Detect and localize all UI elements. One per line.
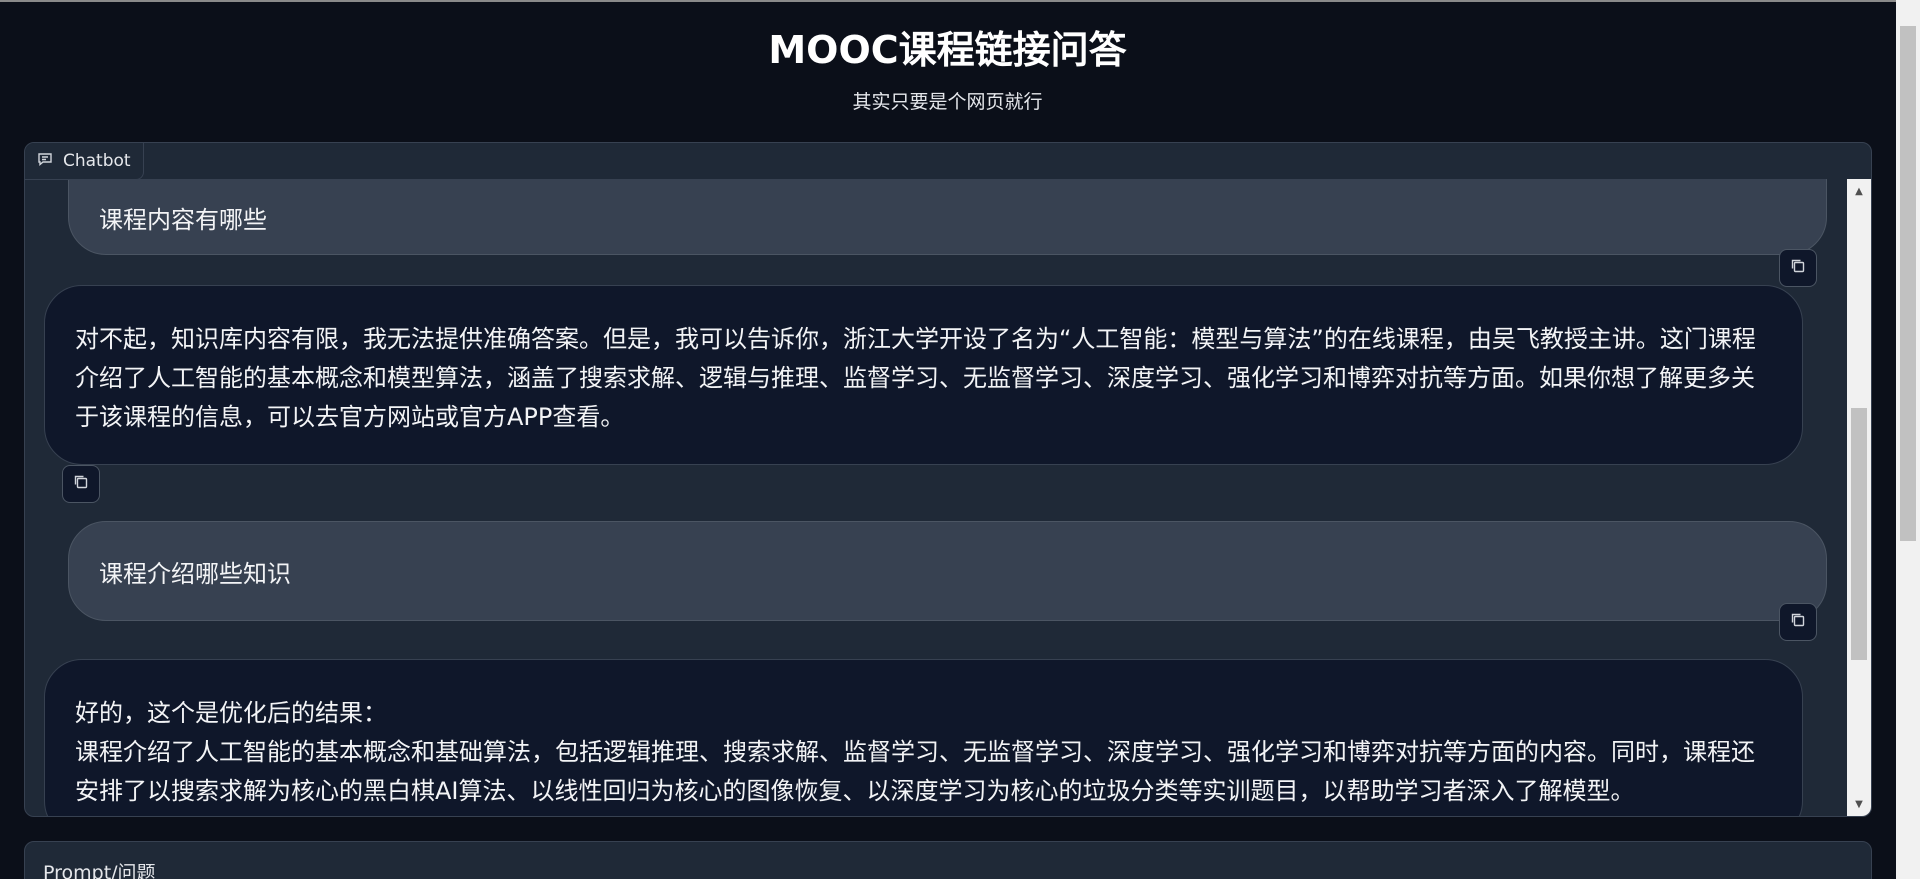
copy-button[interactable] [62, 465, 100, 503]
chat-scrollbar-thumb[interactable] [1851, 408, 1867, 660]
user-message: 课程内容有哪些 [68, 179, 1827, 255]
user-message-text: 课程介绍哪些知识 [99, 559, 291, 588]
chat-bubble-icon [37, 151, 53, 172]
user-message-text: 课程内容有哪些 [99, 205, 267, 234]
arrow-down-icon[interactable]: ▼ [1847, 796, 1871, 812]
prompt-panel: Prompt/问题 [24, 841, 1872, 879]
page: MOOC课程链接问答 其实只要是个网页就行 Chatbot 课程内容有哪些 对不… [0, 0, 1920, 879]
page-scrollbar-thumb[interactable] [1900, 26, 1916, 541]
arrow-up-icon[interactable]: ▲ [1847, 183, 1871, 199]
copy-button[interactable] [1779, 249, 1817, 287]
bot-message: 对不起，知识库内容有限，我无法提供准确答案。但是，我可以告诉你，浙江大学开设了名… [44, 285, 1803, 465]
prompt-label: Prompt/问题 [43, 862, 156, 879]
copy-button[interactable] [1779, 603, 1817, 641]
chatbot-label-text: Chatbot [63, 151, 131, 171]
page-scrollbar[interactable] [1896, 0, 1920, 879]
copy-icon [1789, 611, 1807, 633]
user-message: 课程介绍哪些知识 [68, 521, 1827, 621]
bot-message: 好的，这个是优化后的结果： 课程介绍了人工智能的基本概念和基础算法，包括逻辑推理… [44, 659, 1803, 816]
chatbot-panel: Chatbot 课程内容有哪些 对不起，知识库内容有限，我无法提供准确答案。但是… [24, 142, 1872, 817]
chat-scrollbar[interactable]: ▲ ▼ [1847, 179, 1871, 816]
copy-icon [72, 473, 90, 495]
page-subtitle: 其实只要是个网页就行 [852, 91, 1043, 113]
chatbot-label: Chatbot [25, 143, 144, 180]
window-top-border [0, 0, 1920, 2]
page-title: MOOC课程链接问答 [768, 28, 1127, 72]
copy-icon [1789, 257, 1807, 279]
chat-messages[interactable]: 课程内容有哪些 对不起，知识库内容有限，我无法提供准确答案。但是，我可以告诉你，… [25, 179, 1845, 816]
